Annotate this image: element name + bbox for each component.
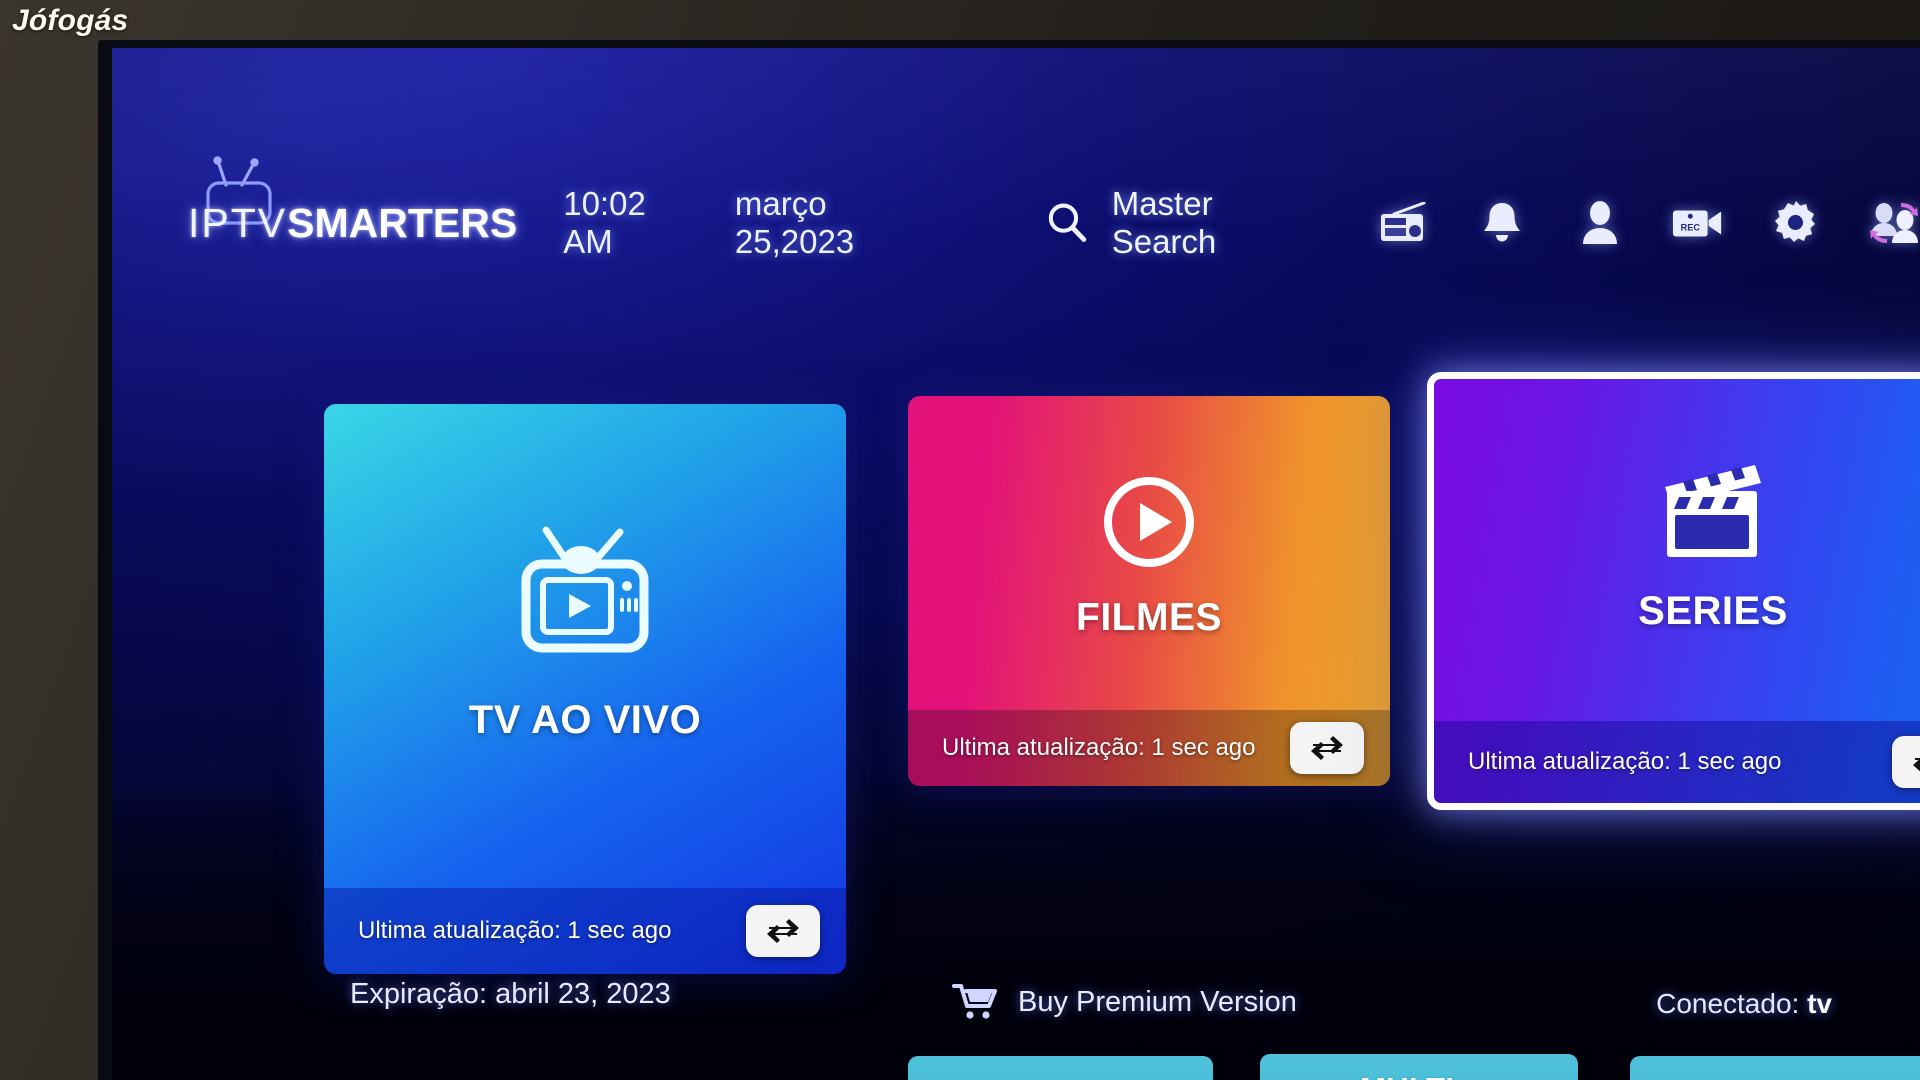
card-movies[interactable]: FILMES Ultima atualização: 1 sec ago bbox=[908, 396, 1390, 786]
expiration-status: Expiração: abril 23, 2023 bbox=[350, 978, 671, 1010]
refresh-icon bbox=[767, 919, 799, 943]
card-live-tv-updated: Ultima atualização: 1 sec ago bbox=[358, 917, 672, 944]
refresh-live-tv-button[interactable] bbox=[746, 905, 820, 957]
buy-premium-label: Buy Premium Version bbox=[1018, 985, 1297, 1018]
refresh-icon bbox=[1311, 736, 1343, 760]
logo-iptv: IPTV bbox=[188, 199, 288, 246]
multiscreen-button[interactable]: MULTI-SCREEN bbox=[1260, 1054, 1578, 1080]
refresh-icon bbox=[1913, 758, 1920, 772]
buy-premium-button[interactable]: Buy Premium Version bbox=[952, 982, 1297, 1022]
connected-value: tv bbox=[1807, 988, 1832, 1019]
logo-smarters: SMARTERS bbox=[287, 199, 518, 246]
card-live-tv[interactable]: TV AO VIVO Ultima atualização: 1 sec ago bbox=[324, 404, 846, 974]
rec-camera-icon[interactable]: REC bbox=[1672, 199, 1724, 247]
card-live-tv-title: TV AO VIVO bbox=[468, 698, 702, 742]
refresh-series-button[interactable] bbox=[1892, 736, 1920, 788]
card-live-tv-footer: Ultima atualização: 1 sec ago bbox=[324, 888, 846, 974]
search-icon bbox=[1048, 203, 1087, 242]
epg-button[interactable]: EPG bbox=[908, 1056, 1213, 1080]
user-icon[interactable] bbox=[1574, 199, 1626, 247]
logo-text: IPTVSMARTERS bbox=[188, 199, 518, 246]
gear-icon[interactable] bbox=[1770, 199, 1822, 247]
connection-status: Conectado: tv bbox=[1656, 988, 1832, 1020]
cart-icon bbox=[952, 984, 997, 1019]
clock: 10:02 AM bbox=[563, 185, 646, 260]
card-movies-footer: Ultima atualização: 1 sec ago bbox=[908, 710, 1390, 786]
card-movies-title: FILMES bbox=[1076, 596, 1222, 639]
photo-frame: Jófogás IPTVSMARTERS 10:02 AM março 25,2 bbox=[0, 0, 1920, 1080]
multiscreen-label: MULTI-SCREEN bbox=[1360, 1071, 1578, 1080]
bell-icon[interactable] bbox=[1476, 199, 1528, 247]
connected-label: Conectado: bbox=[1656, 988, 1800, 1019]
app-header: IPTVSMARTERS 10:02 AM março 25,2023 Mast… bbox=[112, 155, 1920, 278]
app-logo: IPTVSMARTERS bbox=[188, 155, 518, 246]
status-bar: Expiração: abril 23, 2023 Buy Premium Ve… bbox=[112, 972, 1920, 1052]
header-icon-row: REC bbox=[1378, 199, 1920, 247]
switch-user-icon[interactable] bbox=[1868, 199, 1920, 247]
date: março 25,2023 bbox=[734, 185, 855, 260]
card-series-title: SERIES bbox=[1638, 589, 1788, 633]
master-search-button[interactable]: Master Search bbox=[1045, 185, 1320, 261]
tv-screen: IPTVSMARTERS 10:02 AM março 25,2023 Mast… bbox=[112, 48, 1920, 1080]
clapperboard-icon bbox=[1665, 465, 1761, 557]
watermark: Jófogás bbox=[12, 4, 129, 37]
radio-icon[interactable] bbox=[1378, 199, 1430, 247]
master-search-label: Master Search bbox=[1111, 185, 1217, 260]
play-circle-icon bbox=[1104, 477, 1194, 567]
card-movies-updated: Ultima atualização: 1 sec ago bbox=[942, 734, 1256, 761]
card-grid: TV AO VIVO Ultima atualização: 1 sec ago bbox=[112, 368, 1920, 988]
card-series[interactable]: SERIES Ultima atualização: 1 sec ago bbox=[1427, 372, 1920, 810]
svg-text:REC: REC bbox=[1681, 223, 1701, 233]
card-series-updated: Ultima atualização: 1 sec ago bbox=[1468, 748, 1782, 775]
card-series-footer: Ultima atualização: 1 sec ago bbox=[1434, 721, 1920, 803]
tv-icon bbox=[521, 526, 649, 653]
catchup-button[interactable]: ALCANÇAR bbox=[1630, 1056, 1920, 1080]
refresh-movies-button[interactable] bbox=[1290, 722, 1364, 774]
